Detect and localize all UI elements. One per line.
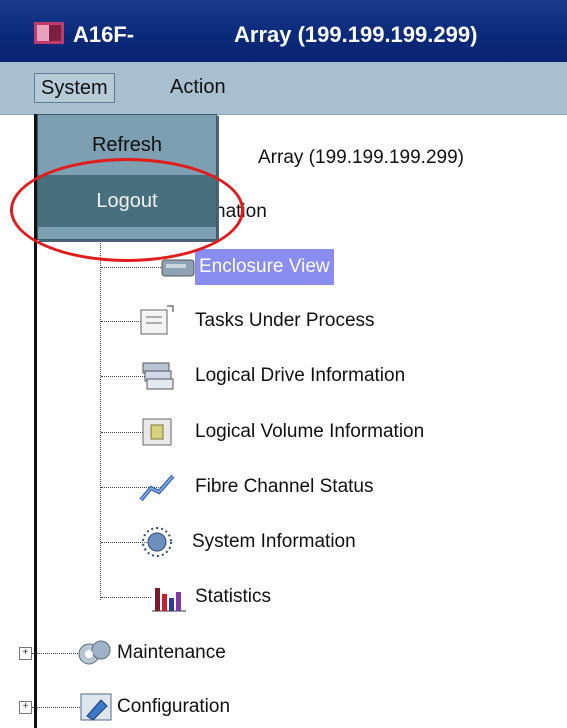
- statistics-icon: [152, 588, 186, 612]
- fibre-channel-icon: [139, 474, 175, 502]
- menu-action[interactable]: Action: [164, 73, 232, 101]
- tasks-icon: [140, 305, 174, 335]
- tree-branch: [32, 653, 80, 655]
- expand-configuration-toggle[interactable]: +: [19, 701, 32, 714]
- tree-section-configuration[interactable]: Configuration: [117, 689, 230, 725]
- tree-root-array[interactable]: Array (199.199.199.299): [258, 140, 464, 176]
- tree-item-fibre-channel-status[interactable]: Fibre Channel Status: [195, 469, 374, 505]
- tree-item-logical-drive-information[interactable]: Logical Drive Information: [195, 358, 405, 394]
- tree-connector: [100, 234, 102, 600]
- tree-item-statistics[interactable]: Statistics: [195, 579, 271, 615]
- window-title-app: A16F-: [73, 22, 135, 47]
- configuration-icon: [80, 693, 112, 721]
- tree-item-tasks-under-process[interactable]: Tasks Under Process: [195, 303, 375, 339]
- window-title-array: Array (199.199.199.299): [234, 22, 478, 47]
- tree-branch: [32, 707, 80, 709]
- app-icon: [34, 22, 64, 44]
- tree-branch: [101, 597, 151, 599]
- menu-bar: System Action: [0, 62, 567, 115]
- system-info-icon: [142, 527, 172, 557]
- maintenance-icon: [78, 640, 111, 665]
- tree-branch: [101, 267, 161, 269]
- tree-item-logical-volume-information[interactable]: Logical Volume Information: [195, 414, 424, 450]
- tree-section-maintenance[interactable]: Maintenance: [117, 635, 226, 671]
- logical-drive-icon: [142, 362, 174, 390]
- logical-volume-icon: [142, 418, 172, 446]
- tree-item-system-information[interactable]: System Information: [192, 524, 356, 560]
- menu-system[interactable]: System: [34, 73, 115, 103]
- title-bar: A16F- Array (199.199.199.299): [0, 0, 567, 62]
- tree-item-enclosure-view[interactable]: Enclosure View: [195, 249, 334, 285]
- annotation-circle: [10, 158, 244, 262]
- expand-maintenance-toggle[interactable]: +: [19, 647, 32, 660]
